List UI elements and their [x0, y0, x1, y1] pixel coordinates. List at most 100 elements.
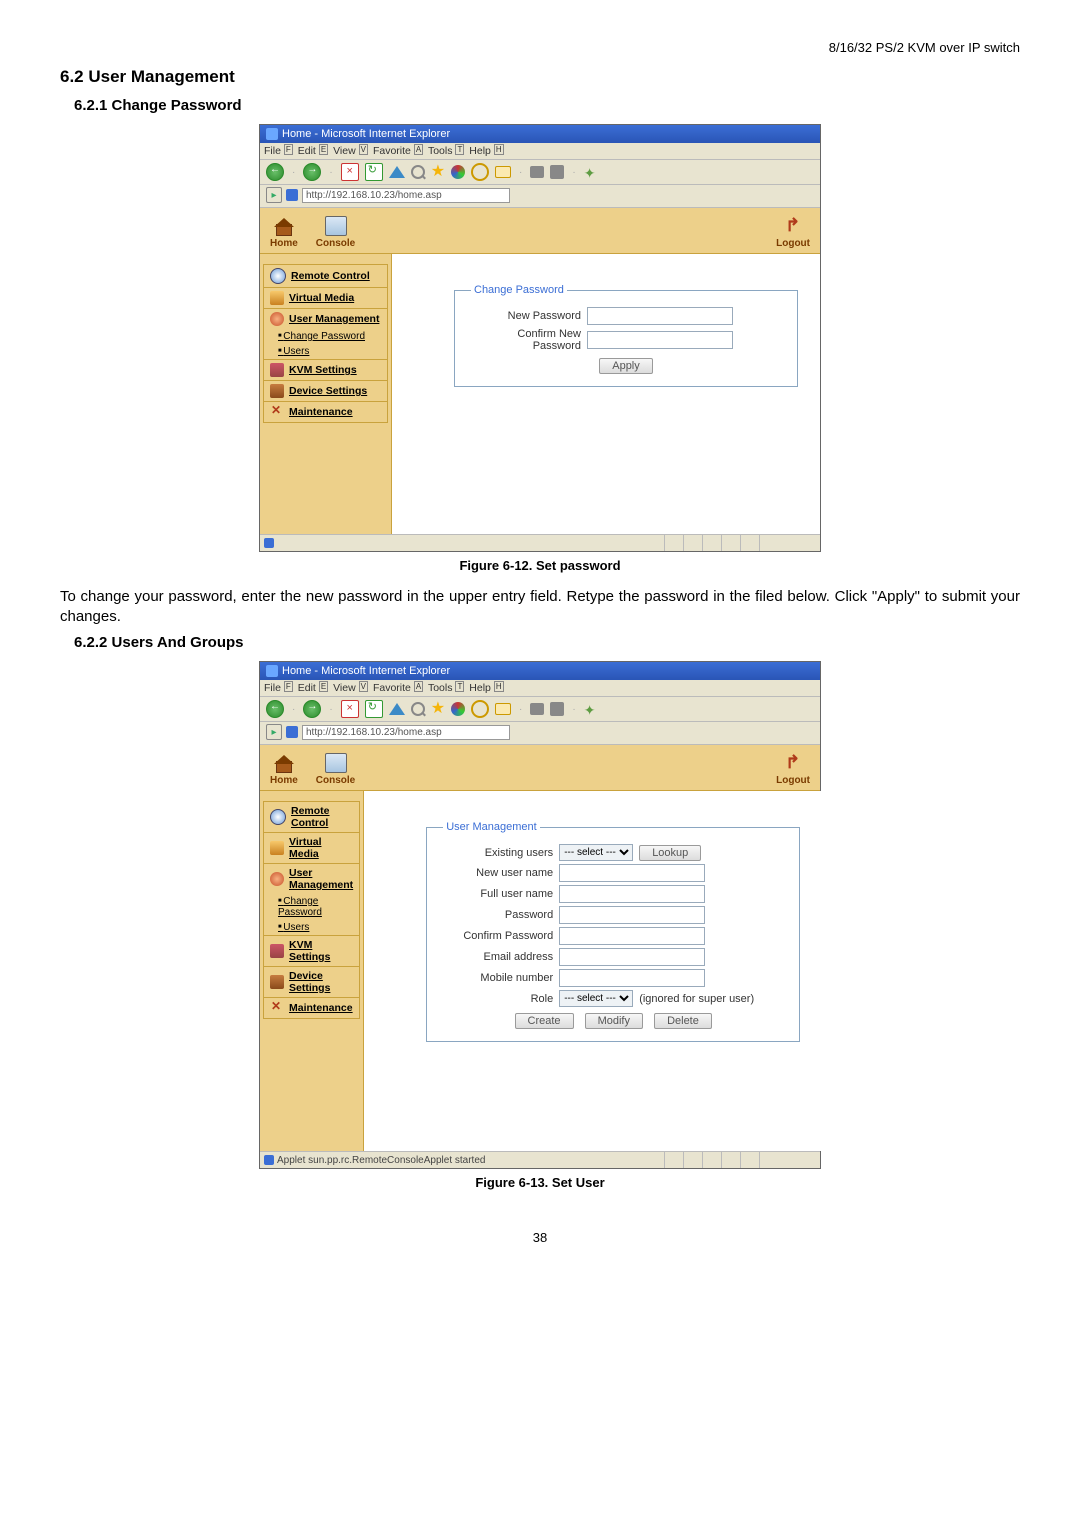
nav-home[interactable]: Home	[270, 218, 298, 249]
sidebar-user-management[interactable]: User Management	[263, 308, 388, 329]
refresh-icon[interactable]	[365, 700, 383, 718]
page-number: 38	[60, 1230, 1020, 1245]
print-icon[interactable]	[530, 703, 544, 715]
input-email[interactable]	[559, 948, 705, 966]
ie-logo-icon	[266, 665, 278, 677]
virtual-media-icon	[270, 841, 284, 855]
url-field[interactable]: http://192.168.10.23/home.asp	[302, 725, 510, 740]
home-icon[interactable]	[389, 703, 405, 715]
go-icon[interactable]: ▸	[266, 187, 282, 203]
device-settings-icon	[270, 384, 284, 398]
kvm-settings-icon	[270, 363, 284, 377]
create-button[interactable]: Create	[515, 1013, 574, 1029]
edit-icon[interactable]	[550, 165, 564, 179]
mail-icon[interactable]	[495, 166, 511, 178]
delete-button[interactable]: Delete	[654, 1013, 712, 1029]
sidebar-virtual-media[interactable]: Virtual Media	[263, 832, 360, 863]
apply-button[interactable]: Apply	[599, 358, 653, 374]
sidebar-2: Remote Control Virtual Media User Manage…	[260, 791, 364, 1151]
media-icon[interactable]	[451, 702, 465, 716]
figure-caption-2: Figure 6-13. Set User	[60, 1175, 1020, 1190]
print-icon[interactable]	[530, 166, 544, 178]
user-management-panel: User Management Existing users --- selec…	[426, 821, 800, 1042]
address-bar[interactable]: ▸ http://192.168.10.23/home.asp	[260, 185, 820, 208]
history-icon[interactable]	[471, 700, 489, 718]
nav-home[interactable]: Home	[270, 755, 298, 786]
input-password[interactable]	[559, 906, 705, 924]
forward-icon[interactable]	[303, 163, 321, 181]
ie-menu-bar-2[interactable]: FileF EditE ViewV FavoriteA ToolsT HelpH	[260, 680, 820, 697]
sidebar-remote-control[interactable]: Remote Control	[263, 264, 388, 287]
input-new-password[interactable]	[587, 307, 733, 325]
back-icon[interactable]	[266, 700, 284, 718]
label-mobile: Mobile number	[443, 972, 553, 984]
label-full-user-name: Full user name	[443, 888, 553, 900]
history-icon[interactable]	[471, 163, 489, 181]
doc-header: 8/16/32 PS/2 KVM over IP switch	[60, 40, 1020, 55]
go-icon[interactable]: ▸	[266, 724, 282, 740]
sidebar-device-settings[interactable]: Device Settings	[263, 966, 360, 997]
panel-legend: Change Password	[471, 284, 567, 296]
status-ie-icon	[264, 538, 274, 548]
user-mgmt-icon	[270, 872, 284, 886]
messenger-icon[interactable]	[584, 702, 598, 716]
input-confirm-password[interactable]	[587, 331, 733, 349]
lookup-button[interactable]: Lookup	[639, 845, 701, 861]
ie-menu-bar[interactable]: FileF EditE ViewV FavoriteA ToolsT HelpH	[260, 143, 820, 160]
sidebar-virtual-media[interactable]: Virtual Media	[263, 287, 388, 308]
nav-console[interactable]: Console	[316, 216, 355, 249]
nav-logout[interactable]: Logout	[776, 218, 810, 249]
stop-icon[interactable]: ×	[341, 700, 359, 718]
media-icon[interactable]	[451, 165, 465, 179]
input-new-user-name[interactable]	[559, 864, 705, 882]
ie-title-bar-2: Home - Microsoft Internet Explorer	[260, 662, 820, 680]
sidebar-remote-control[interactable]: Remote Control	[263, 801, 360, 832]
change-password-panel: Change Password New Password Confirm New…	[454, 284, 798, 387]
select-existing-users[interactable]: --- select ---	[559, 844, 633, 861]
input-mobile[interactable]	[559, 969, 705, 987]
forward-icon[interactable]	[303, 700, 321, 718]
sidebar-kvm-settings[interactable]: KVM Settings	[263, 935, 360, 966]
home-icon[interactable]	[389, 166, 405, 178]
search-icon[interactable]	[411, 702, 425, 716]
figure-set-user: Home - Microsoft Internet Explorer FileF…	[259, 661, 821, 1169]
url-field[interactable]: http://192.168.10.23/home.asp	[302, 188, 510, 203]
window-title: Home - Microsoft Internet Explorer	[282, 665, 450, 677]
panel-legend: User Management	[443, 821, 540, 833]
sidebar-user-management[interactable]: User Management	[263, 863, 360, 894]
sidebar-sub-users[interactable]: Users	[263, 344, 388, 359]
heading-change-password: 6.2.1 Change Password	[74, 97, 1020, 114]
modify-button[interactable]: Modify	[585, 1013, 643, 1029]
search-icon[interactable]	[411, 165, 425, 179]
sidebar-kvm-settings[interactable]: KVM Settings	[263, 359, 388, 380]
ie-toolbar-2[interactable]: · · × ★ · ·	[260, 697, 820, 722]
mail-icon[interactable]	[495, 703, 511, 715]
paragraph-change-password: To change your password, enter the new p…	[60, 587, 1020, 626]
device-settings-icon	[270, 975, 284, 989]
select-role[interactable]: --- select ---	[559, 990, 633, 1007]
address-bar-2[interactable]: ▸ http://192.168.10.23/home.asp	[260, 722, 820, 745]
sidebar-sub-users[interactable]: Users	[263, 920, 360, 935]
label-new-user-name: New user name	[443, 867, 553, 879]
input-confirm-password-2[interactable]	[559, 927, 705, 945]
sidebar-maintenance[interactable]: Maintenance	[263, 401, 388, 423]
messenger-icon[interactable]	[584, 165, 598, 179]
ie-toolbar[interactable]: · · × ★ · ·	[260, 160, 820, 185]
ie-title-bar: Home - Microsoft Internet Explorer	[260, 125, 820, 143]
refresh-icon[interactable]	[365, 163, 383, 181]
sidebar-sub-change-password[interactable]: Change Password	[263, 329, 388, 344]
heading-user-management: 6.2 User Management	[60, 67, 1020, 87]
logout-nav-icon	[783, 218, 803, 236]
nav-logout[interactable]: Logout	[776, 755, 810, 786]
stop-icon[interactable]: ×	[341, 163, 359, 181]
favorites-icon[interactable]: ★	[431, 165, 445, 179]
sidebar-maintenance[interactable]: Maintenance	[263, 997, 360, 1019]
label-confirm-password: Confirm New Password	[471, 328, 581, 352]
nav-console[interactable]: Console	[316, 753, 355, 786]
sidebar-sub-change-password[interactable]: Change Password	[263, 894, 360, 920]
input-full-user-name[interactable]	[559, 885, 705, 903]
back-icon[interactable]	[266, 163, 284, 181]
edit-icon[interactable]	[550, 702, 564, 716]
sidebar-device-settings[interactable]: Device Settings	[263, 380, 388, 401]
favorites-icon[interactable]: ★	[431, 702, 445, 716]
